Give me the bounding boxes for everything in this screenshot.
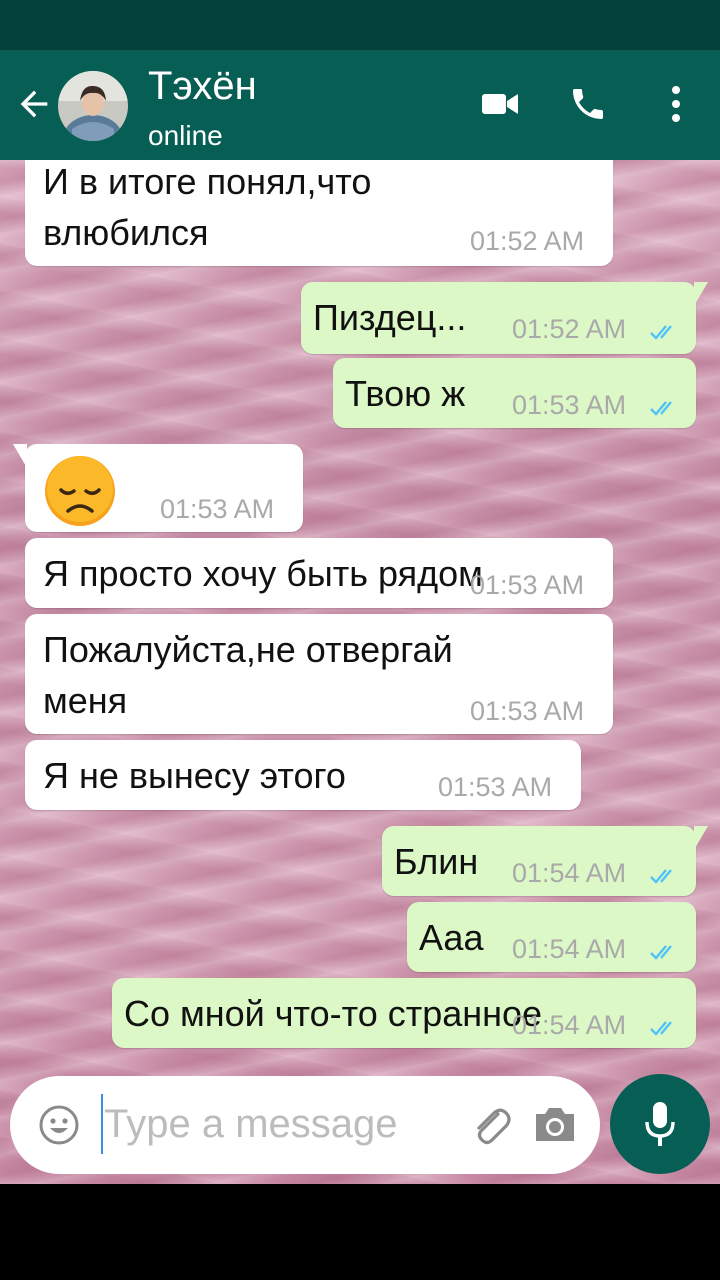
message-time: 01:52 AM [512,314,627,344]
read-ticks-icon [650,1021,672,1036]
text-cursor [101,1094,103,1154]
message-text: влюбился [43,212,209,253]
disappointed-face-icon [45,456,115,526]
bubble-tail [694,826,708,850]
contact-name[interactable]: Тэхён [148,64,257,109]
message-time: 01:54 AM [512,934,627,964]
message-text: Твою ж [345,373,466,414]
chat-area[interactable]: И в итоге понял,что влюбился 01:52 AM Пи… [0,160,720,1184]
microphone-icon [645,1102,675,1146]
message-text: Я просто хочу быть рядом [43,553,483,594]
message-text: Пожалуйста,не отвергай [43,629,453,670]
read-ticks-icon [650,945,672,960]
camera-icon[interactable] [532,1104,578,1144]
bubble-tail [694,282,708,306]
status-bar [0,0,720,50]
arrow-left-icon[interactable] [14,84,54,124]
message-text: И в итоге понял,что [43,161,372,202]
contact-status: online [148,120,223,151]
message-bubble-outgoing[interactable]: Твою ж 01:53 AM [333,358,696,428]
message-time: 01:53 AM [438,772,553,802]
message-time: 01:53 AM [160,494,275,524]
message-input[interactable] [104,1096,464,1152]
paperclip-icon[interactable] [468,1102,514,1148]
message-bubble-incoming[interactable]: Я просто хочу быть рядом 01:53 AM [25,538,613,608]
read-ticks-icon [650,869,672,884]
message-bubble-outgoing[interactable]: Пиздец... 01:52 AM [301,282,708,354]
message-bubble-incoming[interactable]: И в итоге понял,что влюбился 01:52 AM [25,160,613,266]
message-bubble-incoming[interactable]: Пожалуйста,не отвергай меня 01:53 AM [25,614,613,734]
avatar[interactable] [58,71,128,141]
message-bubble-incoming[interactable]: 01:53 AM [13,444,303,532]
message-time: 01:53 AM [470,570,585,600]
read-ticks-icon [650,325,672,340]
message-bubble-outgoing[interactable]: Ааа 01:54 AM [407,902,696,972]
message-text: Блин [394,841,479,882]
message-text: Я не вынесу этого [43,755,346,796]
message-text: Пиздец... [313,297,467,338]
more-vertical-icon[interactable] [662,84,690,124]
video-camera-icon[interactable] [480,88,520,120]
message-bubble-incoming[interactable]: Я не вынесу этого 01:53 AM [25,740,581,810]
message-composer [10,1076,600,1174]
message-bubble-outgoing[interactable]: Со мной что-то странное 01:54 AM [112,978,696,1048]
message-time: 01:53 AM [470,696,585,726]
message-text: Ааа [419,917,484,958]
voice-record-button[interactable] [610,1074,710,1174]
message-text: Со мной что-то странное [124,993,543,1034]
message-time: 01:52 AM [470,226,585,256]
bubble-tail [13,444,27,468]
message-time: 01:54 AM [512,1010,627,1040]
system-navigation-bar [0,1184,720,1280]
read-ticks-icon [650,401,672,416]
message-bubble-outgoing[interactable]: Блин 01:54 AM [382,826,708,896]
message-time: 01:53 AM [512,390,627,420]
message-text: меня [43,680,128,721]
phone-icon[interactable] [568,84,608,124]
message-time: 01:54 AM [512,858,627,888]
smiley-icon[interactable] [38,1104,80,1146]
chat-header: Тэхён online [0,50,720,160]
